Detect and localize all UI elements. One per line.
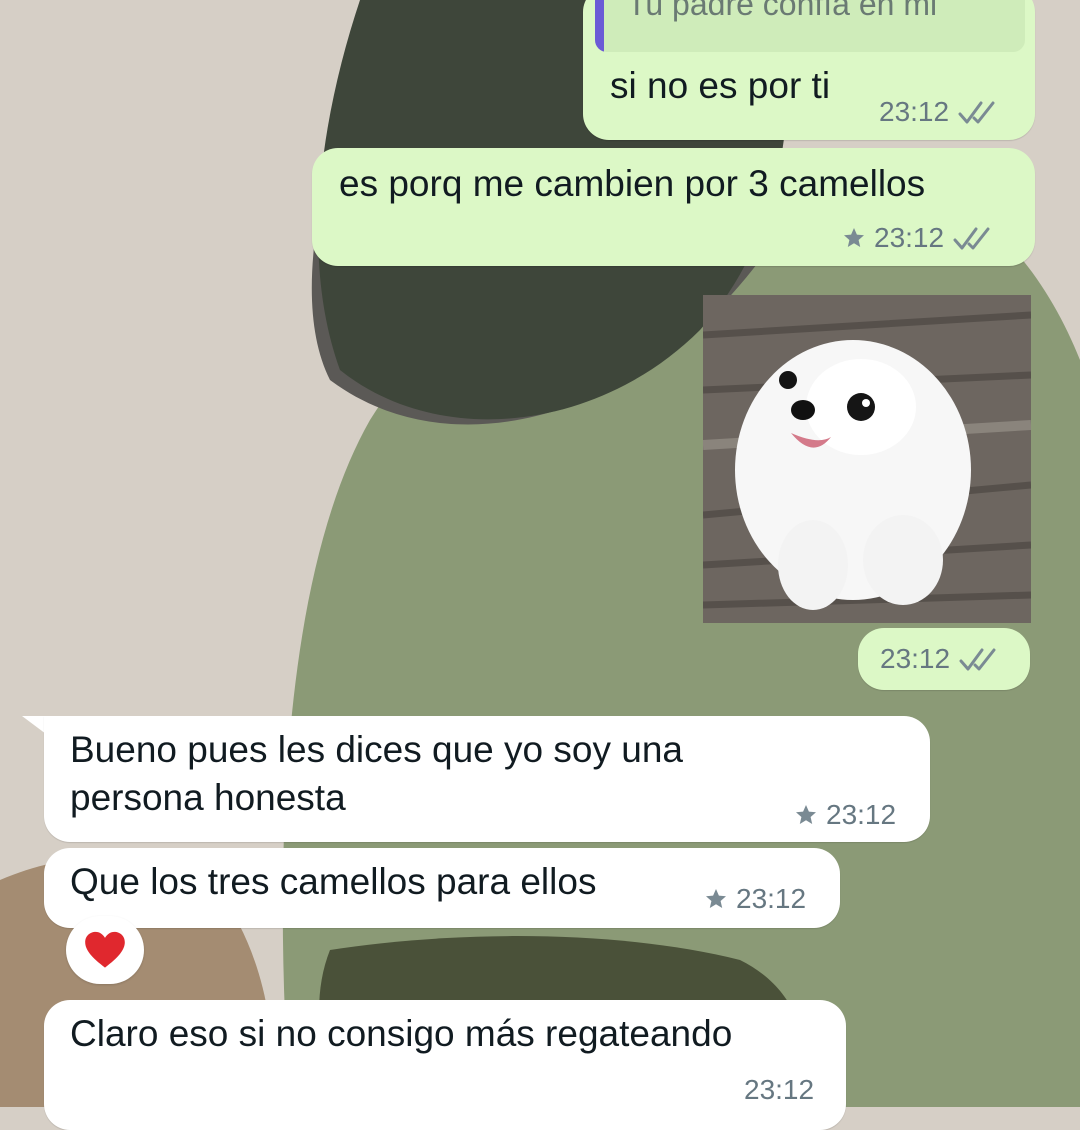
image-message[interactable] [703, 295, 1031, 623]
message-text-line-1: Bueno pues les dices que yo soy una [70, 729, 683, 770]
message-text: si no es por ti [610, 65, 831, 106]
message-text: Claro eso si no consigo más regateando [70, 1013, 733, 1054]
message-time: 23:12 [826, 799, 897, 830]
message-text: es porq me cambien por 3 camellos [339, 163, 926, 204]
message-time: 23:12 [880, 643, 951, 674]
incoming-message-bubble[interactable]: Bueno pues les dices que yo soy una pers… [44, 716, 930, 842]
double-check-icon [953, 227, 990, 250]
incoming-message-bubble[interactable]: Claro eso si no consigo más regateando 2… [44, 1000, 846, 1130]
message-meta: 23:12 [879, 96, 999, 128]
message-time: 23:12 [744, 1074, 815, 1105]
heart-icon [85, 931, 125, 968]
message-text-line-2: persona honesta [70, 777, 346, 818]
incoming-message-bubble[interactable]: Que los tres camellos para ellos 23:12 [44, 848, 840, 928]
message-text: Que los tres camellos para ellos [70, 861, 597, 902]
star-icon [844, 228, 864, 247]
message-meta: 23:12 [744, 1074, 814, 1106]
star-icon [706, 889, 726, 908]
outgoing-message-bubble[interactable]: es porq me cambien por 3 camellos 23:12 [312, 148, 1035, 266]
double-check-icon [959, 648, 996, 671]
message-meta: 23:12 [842, 222, 994, 254]
quote-accent-bar [595, 0, 604, 52]
image-time-bubble: 23:12 [858, 628, 1030, 690]
double-check-icon [958, 101, 995, 124]
outgoing-message-bubble[interactable]: Tu padre confía en mi si no es por ti 23… [583, 0, 1035, 140]
message-meta: 23:12 [794, 799, 896, 831]
puppy-photo [703, 295, 1031, 623]
message-time: 23:12 [879, 96, 950, 127]
reaction-badge[interactable] [66, 916, 144, 984]
quoted-message-text: Tu padre confía en mi [627, 0, 938, 22]
star-icon [796, 805, 816, 824]
message-meta: 23:12 [880, 643, 1000, 675]
message-time: 23:12 [874, 222, 945, 253]
message-time: 23:12 [736, 883, 807, 914]
message-meta: 23:12 [704, 883, 806, 915]
quoted-message[interactable]: Tu padre confía en mi [595, 0, 1025, 52]
